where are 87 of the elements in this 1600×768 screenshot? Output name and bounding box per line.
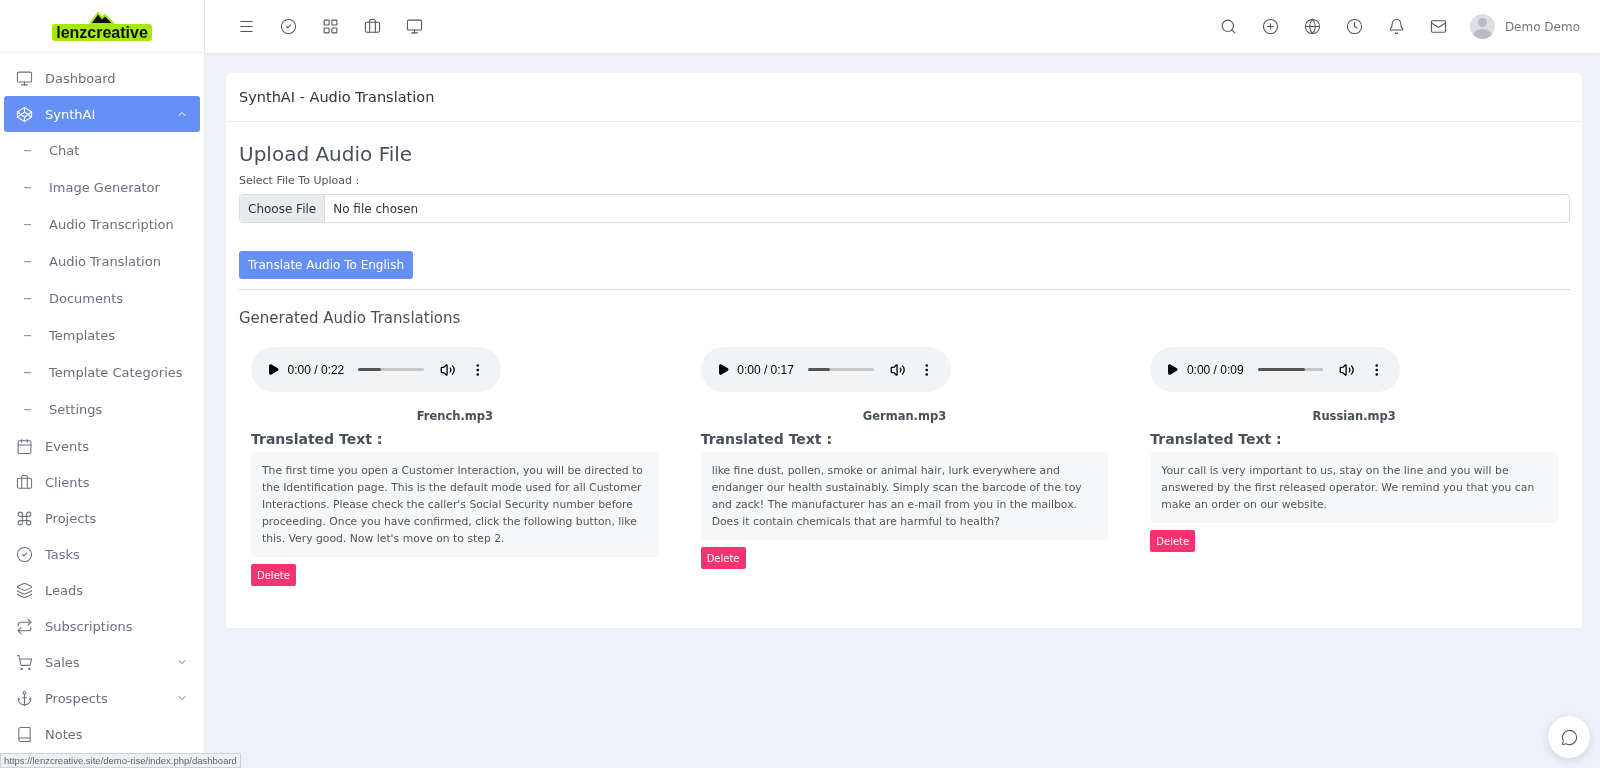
command-icon bbox=[16, 509, 33, 527]
check-circle-icon[interactable] bbox=[279, 18, 297, 35]
translated-text: The first time you open a Customer Interaction, you will be directed to the Identification page. This is the default mode used for all Customer Interactions. Please check the caller's Social Security number before proceeding. Once you have confirmed, click the following button, like this. Very good. Now let's move on to step 2. bbox=[251, 452, 659, 557]
chat-icon bbox=[1560, 728, 1578, 746]
file-name: French.mp3 bbox=[415, 409, 494, 423]
play-icon[interactable] bbox=[267, 363, 280, 376]
dash-icon bbox=[24, 260, 31, 263]
submenu-item[interactable]: Image Generator bbox=[4, 169, 200, 206]
audio-time: 0:00 / 0:17 bbox=[737, 362, 794, 377]
translated-text: like fine dust, pollen, smoke or animal hair, lurk everywhere and endanger our health sustainably. Simply scan the barcode of the toy and zack! The manufacturer has an e-mail from you in the mailbox. Does it contain chemicals that are harmful to health? bbox=[700, 452, 1109, 540]
volume-icon[interactable] bbox=[1339, 361, 1355, 378]
sidebar-item[interactable]: SynthAI bbox=[4, 96, 200, 132]
play-icon[interactable] bbox=[1166, 363, 1179, 376]
sidebar-item[interactable]: Subscriptions bbox=[4, 608, 200, 644]
submenu-item[interactable]: Audio Translation bbox=[4, 243, 200, 280]
submenu-item[interactable]: Template Categories bbox=[4, 354, 200, 391]
repeat-icon bbox=[16, 617, 33, 635]
audio-player[interactable]: 0:00 / 0:09 bbox=[1150, 347, 1401, 392]
monitor-icon[interactable] bbox=[405, 18, 423, 35]
translated-label: Translated Text : bbox=[1150, 431, 1283, 447]
file-name: German.mp3 bbox=[861, 409, 948, 423]
sidebar-item[interactable]: Leads bbox=[4, 572, 200, 608]
sidebar-item[interactable]: Events bbox=[4, 428, 200, 464]
audio-progress[interactable] bbox=[358, 368, 382, 371]
section-heading: Generated Audio Translations bbox=[239, 309, 462, 327]
layers-icon bbox=[16, 581, 33, 599]
submenu-item[interactable]: Documents bbox=[4, 280, 200, 317]
audio-time: 0:00 / 0:22 bbox=[287, 362, 345, 377]
dash-icon bbox=[24, 149, 31, 152]
translate-button[interactable]: Translate Audio To English bbox=[239, 251, 413, 279]
cart-icon bbox=[16, 653, 33, 671]
briefcase-icon[interactable] bbox=[363, 18, 381, 35]
submenu-item[interactable]: Chat bbox=[4, 132, 200, 169]
sidebar-item[interactable]: Sales bbox=[4, 644, 200, 680]
book-icon bbox=[16, 725, 33, 743]
submenu-item[interactable]: Audio Transcription bbox=[4, 206, 200, 243]
dash-icon bbox=[24, 334, 31, 337]
delete-button[interactable]: Delete bbox=[251, 564, 296, 586]
globe-icon[interactable] bbox=[1304, 18, 1322, 35]
briefcase-icon bbox=[16, 473, 33, 491]
mail-icon[interactable] bbox=[1430, 18, 1448, 35]
sidebar-item[interactable]: Tasks bbox=[4, 536, 200, 572]
search-icon[interactable] bbox=[1220, 18, 1238, 35]
delete-button[interactable]: Delete bbox=[700, 547, 746, 569]
file-input-field[interactable]: Choose File No file chosen bbox=[239, 194, 1570, 223]
translated-text: Your call is very important to us, stay on the line and you will be answered by the first released operator. We remind you that you can make an order on our website. bbox=[1150, 452, 1558, 523]
anchor-icon bbox=[16, 689, 33, 707]
submenu-item[interactable]: Templates bbox=[4, 317, 200, 354]
chat-button[interactable] bbox=[1548, 716, 1590, 758]
audio-player[interactable]: 0:00 / 0:17 bbox=[700, 347, 951, 392]
dash-icon bbox=[24, 371, 31, 374]
dash-icon bbox=[24, 223, 31, 226]
translated-label: Translated Text : bbox=[251, 431, 384, 447]
sidebar-item[interactable]: Clients bbox=[4, 464, 200, 500]
audio-progress[interactable] bbox=[807, 368, 830, 371]
sidebar-item[interactable]: Notes bbox=[4, 716, 200, 752]
sidebar-item[interactable]: Dashboard bbox=[4, 60, 200, 96]
dash-icon bbox=[24, 186, 31, 189]
file-name: Russian.mp3 bbox=[1311, 409, 1397, 423]
bell-icon[interactable] bbox=[1388, 18, 1406, 35]
grid-icon[interactable] bbox=[321, 18, 339, 35]
dash-icon bbox=[24, 408, 31, 411]
play-icon[interactable] bbox=[716, 363, 730, 376]
audio-progress[interactable] bbox=[1257, 368, 1305, 371]
field-label: Select File To Upload : bbox=[239, 174, 361, 187]
status-url-tooltip: https://lenzcreative.site/demo-rise/index.php/dashboard bbox=[0, 753, 241, 768]
volume-icon[interactable] bbox=[440, 361, 456, 378]
card-title: SynthAI - Audio Translation bbox=[226, 73, 1582, 122]
logo[interactable]: lenzcreative bbox=[52, 23, 152, 41]
check-circle-icon bbox=[16, 545, 33, 563]
user-name[interactable]: Demo Demo bbox=[1504, 19, 1580, 34]
sidebar-item[interactable]: Prospects bbox=[4, 680, 200, 716]
clock-icon[interactable] bbox=[1346, 18, 1364, 35]
submenu-item[interactable]: Settings bbox=[4, 391, 200, 428]
monitor-icon bbox=[16, 69, 33, 87]
audio-player[interactable]: 0:00 / 0:22 bbox=[251, 347, 501, 392]
calendar-icon bbox=[16, 437, 33, 455]
translated-label: Translated Text : bbox=[700, 431, 834, 447]
upload-heading: Upload Audio File bbox=[239, 142, 414, 166]
volume-icon[interactable] bbox=[889, 361, 906, 378]
menu-icon[interactable] bbox=[237, 18, 255, 35]
audio-time: 0:00 / 0:09 bbox=[1186, 362, 1244, 377]
sidebar-item[interactable]: Projects bbox=[4, 500, 200, 536]
delete-button[interactable]: Delete bbox=[1150, 530, 1196, 552]
cube-icon bbox=[16, 105, 33, 123]
plus-circle-icon[interactable] bbox=[1262, 18, 1280, 35]
dash-icon bbox=[24, 297, 31, 300]
